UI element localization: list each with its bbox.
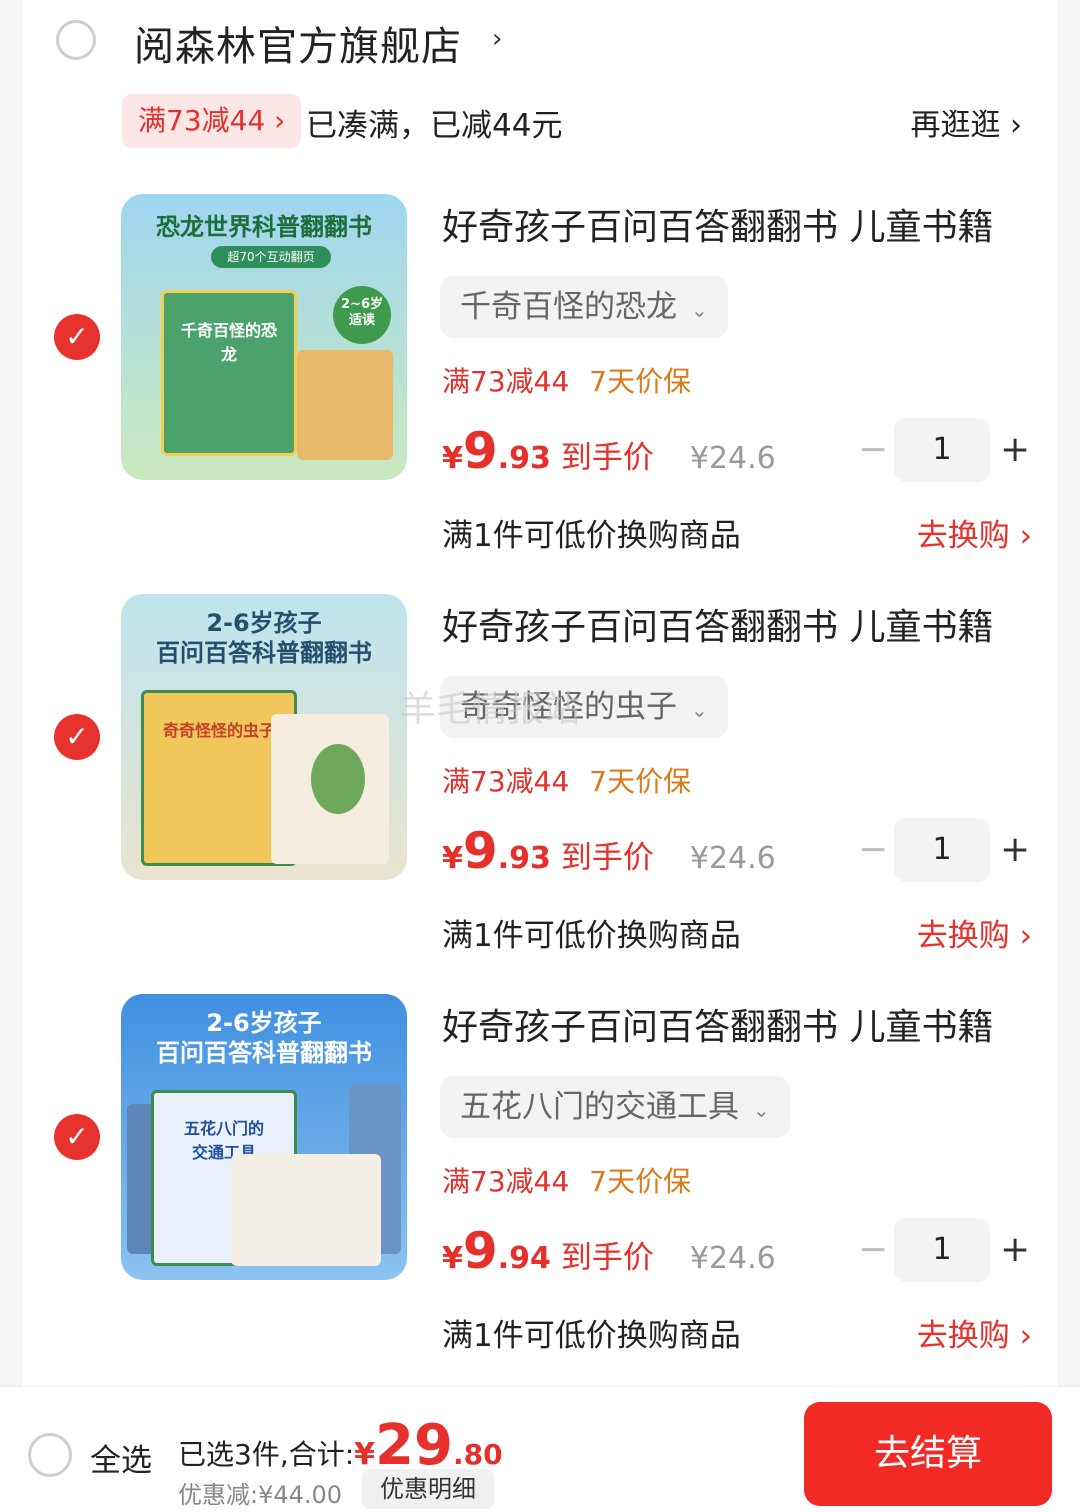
book-title: 千奇百怪的恐龙 [180, 321, 277, 364]
swap-text: 满1件可低价换购商品 [442, 1318, 741, 1354]
book-title: 奇奇怪怪的虫子 [162, 721, 275, 740]
price-row: ¥9.93 到手价 ¥24.6 [442, 822, 776, 892]
total-currency: ¥ [354, 1437, 376, 1472]
book-pages [297, 350, 393, 460]
leaf-illustration [311, 744, 365, 814]
summary-prefix: 已选3件,合计: [178, 1438, 355, 1471]
swap-link[interactable]: 去换购 › [917, 510, 1032, 555]
cover-title: 恐龙世界科普翻翻书 [156, 213, 372, 241]
swap-link[interactable]: 去换购 › [917, 1310, 1032, 1355]
product-thumbnail[interactable]: 恐龙世界科普翻翻书 超70个互动翻页 2~6岁 适读 千奇百怪的恐龙 [121, 194, 407, 480]
swap-row: 满1件可低价换购商品 去换购 › [442, 510, 1032, 556]
decrease-button[interactable]: − [858, 1218, 888, 1282]
original-price: ¥24.6 [689, 441, 776, 476]
product-thumbnail[interactable]: 2-6岁孩子 百问百答科普翻翻书 五花八门的 交通工具 [121, 994, 407, 1280]
promo-discount: 满73减44 [442, 1165, 570, 1198]
select-all-radio[interactable] [28, 1433, 72, 1477]
total-decimal: .80 [452, 1438, 503, 1471]
original-price: ¥24.6 [689, 841, 776, 876]
item-checked-icon[interactable]: ✓ [54, 1114, 100, 1160]
promo-labels: 满73减44 7天价保 [442, 1160, 691, 1200]
select-all-label[interactable]: 全选 [90, 1435, 152, 1480]
final-price-label: 到手价 [560, 1240, 654, 1276]
chevron-right-icon: › [492, 24, 503, 54]
price-decimal: .93 [497, 841, 551, 876]
swap-row: 满1件可低价换购商品 去换购 › [442, 910, 1032, 956]
cart-item: ✓ 2-6岁孩子 百问百答科普翻翻书 奇奇怪怪的虫子 好奇孩子百问百答翻翻书 儿… [22, 594, 1058, 984]
price-integer: 9 [462, 1222, 498, 1280]
item-checked-icon[interactable]: ✓ [54, 714, 100, 760]
variant-label: 千奇百怪的恐龙 [460, 289, 677, 325]
currency-symbol: ¥ [442, 1241, 463, 1276]
promo-status: 已凑满，已减44元 [306, 108, 563, 144]
swap-link[interactable]: 去换购 › [917, 910, 1032, 955]
swap-text: 满1件可低价换购商品 [442, 518, 741, 554]
currency-symbol: ¥ [442, 441, 463, 476]
promo-tag[interactable]: 满73减44 › [122, 94, 302, 148]
store-name[interactable]: 阅森林官方旗舰店 [134, 14, 462, 72]
increase-button[interactable]: + [1000, 418, 1030, 482]
quantity-input[interactable]: 1 [894, 818, 990, 882]
final-price-label: 到手价 [560, 440, 654, 476]
browse-more-link[interactable]: 再逛逛 › [910, 100, 1022, 144]
price-integer: 9 [462, 422, 498, 480]
price-decimal: .94 [497, 1241, 551, 1276]
chevron-down-icon: ⌄ [691, 298, 708, 322]
discount-detail-button[interactable]: 优惠明细 [362, 1469, 494, 1509]
price-integer: 9 [462, 822, 498, 880]
original-price: ¥24.6 [689, 1241, 776, 1276]
promo-banner: 满73减44 › 已凑满，已减44元 再逛逛 › [22, 94, 1058, 150]
watermark: 羊毛情报站 [400, 689, 581, 730]
cart-item: ✓ 恐龙世界科普翻翻书 超70个互动翻页 2~6岁 适读 千奇百怪的恐龙 好奇孩… [22, 194, 1058, 584]
decrease-button[interactable]: − [858, 418, 888, 482]
quantity-input[interactable]: 1 [894, 1218, 990, 1282]
cover-subtitle: 超70个互动翻页 [211, 246, 331, 268]
cover-title: 2-6岁孩子 百问百答科普翻翻书 [156, 1009, 372, 1067]
promo-discount: 满73减44 [442, 765, 570, 798]
swap-row: 满1件可低价换购商品 去换购 › [442, 1310, 1032, 1356]
swap-text: 满1件可低价换购商品 [442, 918, 741, 954]
currency-symbol: ¥ [442, 841, 463, 876]
book-cover: 千奇百怪的恐龙 [161, 290, 297, 456]
promo-labels: 满73减44 7天价保 [442, 360, 691, 400]
store-select-radio[interactable] [56, 20, 96, 60]
increase-button[interactable]: + [1000, 818, 1030, 882]
price-row: ¥9.94 到手价 ¥24.6 [442, 1222, 776, 1292]
decrease-button[interactable]: − [858, 818, 888, 882]
price-protect: 7天价保 [589, 365, 692, 398]
book-pages [231, 1154, 381, 1266]
discount-amount: 优惠减:¥44.00 [178, 1481, 343, 1509]
variant-selector[interactable]: 五花八门的交通工具 ⌄ [440, 1076, 790, 1138]
product-title[interactable]: 好奇孩子百问百答翻翻书 儿童书籍 [442, 198, 993, 250]
product-title[interactable]: 好奇孩子百问百答翻翻书 儿童书籍 [442, 598, 993, 650]
store-header[interactable]: 阅森林官方旗舰店 › [22, 0, 1058, 86]
price-protect: 7天价保 [589, 1165, 692, 1198]
product-title[interactable]: 好奇孩子百问百答翻翻书 儿童书籍 [442, 998, 993, 1050]
item-checked-icon[interactable]: ✓ [54, 314, 100, 360]
price-decimal: .93 [497, 441, 551, 476]
cover-title: 2-6岁孩子 百问百答科普翻翻书 [156, 609, 372, 667]
promo-labels: 满73减44 7天价保 [442, 760, 691, 800]
checkout-button[interactable]: 去结算 [804, 1402, 1052, 1506]
cart-item: ✓ 2-6岁孩子 百问百答科普翻翻书 五花八门的 交通工具 好奇孩子百问百答翻翻… [22, 994, 1058, 1384]
age-badge: 2~6岁 适读 [333, 286, 391, 344]
price-protect: 7天价保 [589, 765, 692, 798]
chevron-down-icon: ⌄ [691, 698, 708, 722]
checkout-bar: 全选 已选3件,合计:¥29.80 优惠减:¥44.00 优惠明细 去结算 [0, 1386, 1080, 1512]
product-thumbnail[interactable]: 2-6岁孩子 百问百答科普翻翻书 奇奇怪怪的虫子 [121, 594, 407, 880]
increase-button[interactable]: + [1000, 1218, 1030, 1282]
variant-label: 五花八门的交通工具 [460, 1089, 739, 1125]
variant-selector[interactable]: 千奇百怪的恐龙 ⌄ [440, 276, 728, 338]
final-price-label: 到手价 [560, 840, 654, 876]
promo-discount: 满73减44 [442, 365, 570, 398]
chevron-down-icon: ⌄ [753, 1098, 770, 1122]
price-row: ¥9.93 到手价 ¥24.6 [442, 422, 776, 492]
quantity-input[interactable]: 1 [894, 418, 990, 482]
